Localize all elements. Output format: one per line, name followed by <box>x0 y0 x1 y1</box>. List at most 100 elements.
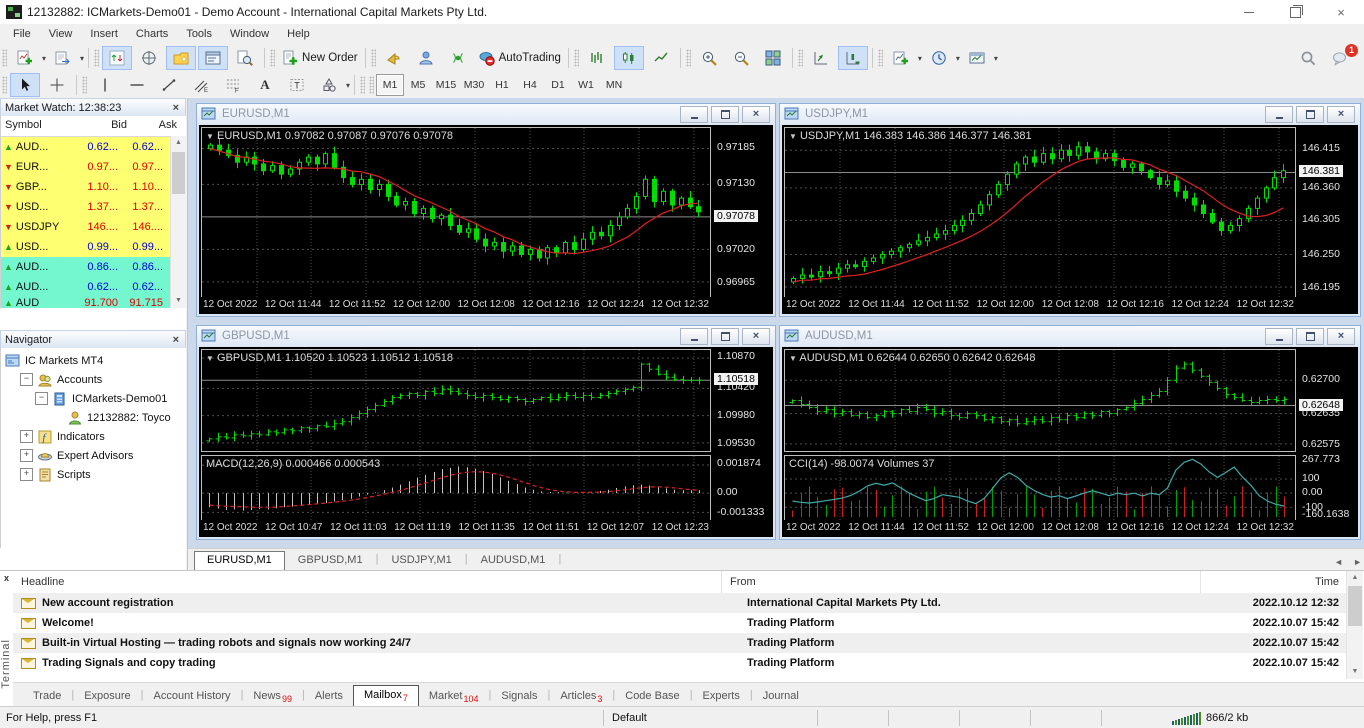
shapes-dropdown-icon[interactable]: ▾ <box>346 81 350 90</box>
fibo-button[interactable]: F <box>218 73 248 97</box>
terminal-tab-trade[interactable]: Trade <box>23 687 71 706</box>
zoom-out-button[interactable] <box>726 46 756 70</box>
terminal-scrollbar[interactable]: ▲ ▼ <box>1346 571 1363 679</box>
menu-insert[interactable]: Insert <box>81 24 127 44</box>
timeframe-m15-button[interactable]: M15 <box>432 74 460 96</box>
market-watch-row[interactable]: ▲USD...0.99...0.99... <box>1 237 186 257</box>
terminal-tab-code-base[interactable]: Code Base <box>615 687 689 706</box>
market-watch-button[interactable] <box>102 46 132 70</box>
trendline-button[interactable] <box>154 73 184 97</box>
terminal-tab-news[interactable]: News99 <box>243 687 302 706</box>
periods-button[interactable] <box>924 46 954 70</box>
templates-button[interactable] <box>962 46 992 70</box>
indicator-canvas[interactable]: CCI(14) -98.0074 Volumes 37 <box>784 455 1296 521</box>
vline-button[interactable] <box>90 73 120 97</box>
market-watch-row[interactable]: ▲AUD...0.62...0.62... <box>1 277 186 297</box>
profiles-button[interactable] <box>48 46 78 70</box>
timeframe-m5-button[interactable]: M5 <box>404 74 432 96</box>
chart-canvas[interactable]: ▼ USDJPY,M1 146.383 146.386 146.377 146.… <box>784 127 1296 300</box>
chart-canvas[interactable]: ▼ AUDUSD,M1 0.62644 0.62650 0.62642 0.62… <box>784 349 1296 452</box>
new-order-button[interactable]: New Order <box>278 46 361 70</box>
chart-canvas[interactable]: ▼ EURUSD,M1 0.97082 0.97087 0.97076 0.97… <box>201 127 711 300</box>
horn-button[interactable] <box>379 46 409 70</box>
linechart-button[interactable] <box>646 46 676 70</box>
mailbox-row[interactable]: Welcome!Trading Platform2022.10.07 15:42 <box>13 613 1347 633</box>
indicator-canvas[interactable]: MACD(12,26,9) 0.000466 0.000543 <box>201 455 711 521</box>
chart-title-bar[interactable]: USDJPY,M1× <box>780 104 1360 124</box>
chart-tab-eurusd-m1[interactable]: EURUSD,M1 <box>194 551 285 570</box>
scroll-up-icon[interactable]: ▲ <box>171 136 186 150</box>
terminal-column-from[interactable]: From <box>721 571 1200 593</box>
terminal-tab-articles[interactable]: Articles3 <box>550 687 612 706</box>
autoscroll-button[interactable] <box>806 46 836 70</box>
chart-title-bar[interactable]: EURUSD,M1× <box>197 104 775 124</box>
expand-icon[interactable]: + <box>20 430 33 443</box>
mailbox-row[interactable]: Built-in Virtual Hosting — trading robot… <box>13 633 1347 653</box>
market-watch-row[interactable]: ▼GBP...1.10...1.10... <box>1 177 186 197</box>
scroll-thumb[interactable] <box>1348 586 1362 626</box>
hline-button[interactable] <box>122 73 152 97</box>
column-ask[interactable]: Ask <box>131 116 181 136</box>
menu-help[interactable]: Help <box>278 24 319 44</box>
terminal-tab-alerts[interactable]: Alerts <box>305 687 353 706</box>
mailbox-row[interactable]: Trading Signals and copy tradingTrading … <box>13 653 1347 673</box>
chart-minimize-button[interactable] <box>680 328 708 345</box>
market-watch-row[interactable]: ▼EUR...0.97...0.97... <box>1 157 186 177</box>
chat-button[interactable]: 1 <box>1325 46 1355 70</box>
mailbox-row[interactable]: New account registrationInternational Ca… <box>13 593 1347 613</box>
chart-minimize-button[interactable] <box>1265 106 1293 123</box>
profiles-dropdown-icon[interactable]: ▾ <box>80 54 84 63</box>
navigator-close-icon[interactable]: × <box>171 334 181 346</box>
market-watch-row[interactable]: ▲AUD91.70091.715 <box>1 297 186 308</box>
timeframe-d1-button[interactable]: D1 <box>544 74 572 96</box>
terminal-tab-experts[interactable]: Experts <box>693 687 750 706</box>
autotrading-button[interactable]: AutoTrading <box>475 46 564 70</box>
scroll-down-icon[interactable]: ▼ <box>171 294 186 308</box>
chart-close-button[interactable]: × <box>1327 328 1355 345</box>
chart-restore-button[interactable] <box>1296 328 1324 345</box>
chart-restore-button[interactable] <box>1296 106 1324 123</box>
label-t-button[interactable]: T <box>282 73 312 97</box>
data-window-button[interactable] <box>134 46 164 70</box>
menu-view[interactable]: View <box>40 24 82 44</box>
status-profile[interactable]: Default <box>603 710 817 726</box>
column-symbol[interactable]: Symbol <box>1 116 75 136</box>
collapse-icon[interactable]: − <box>35 392 48 405</box>
window-close-button[interactable]: × <box>1318 0 1364 24</box>
chart-canvas[interactable]: ▼ GBPUSD,M1 1.10520 1.10523 1.10512 1.10… <box>201 349 711 452</box>
menu-tools[interactable]: Tools <box>177 24 221 44</box>
candles-button[interactable] <box>614 46 644 70</box>
navigator-button[interactable] <box>166 46 196 70</box>
shapes-button[interactable] <box>314 73 344 97</box>
terminal-tab-signals[interactable]: Signals <box>491 687 547 706</box>
ind-add-button[interactable] <box>886 46 916 70</box>
signal-button[interactable] <box>443 46 473 70</box>
crosshair-button[interactable] <box>42 73 72 97</box>
menu-charts[interactable]: Charts <box>127 24 177 44</box>
collapse-icon[interactable]: − <box>20 373 33 386</box>
timeframe-h1-button[interactable]: H1 <box>488 74 516 96</box>
timeframe-h4-button[interactable]: H4 <box>516 74 544 96</box>
navigator-item-12132882-toyco[interactable]: 12132882: Toyco <box>1 408 186 427</box>
chart-restore-button[interactable] <box>711 328 739 345</box>
chart-menu-arrow-icon[interactable]: ▼ <box>206 132 214 141</box>
channel-button[interactable]: E <box>186 73 216 97</box>
new-chart-button[interactable] <box>10 46 40 70</box>
navigator-item-accounts[interactable]: −Accounts <box>1 370 186 389</box>
chart-tab-usdjpy-m1[interactable]: USDJPY,M1 <box>378 551 464 570</box>
market-watch-row[interactable]: ▼USD...1.37...1.37... <box>1 197 186 217</box>
timeframe-m30-button[interactable]: M30 <box>460 74 488 96</box>
chart-minimize-button[interactable] <box>1265 328 1293 345</box>
expand-icon[interactable]: + <box>20 468 33 481</box>
templates-dropdown-icon[interactable]: ▾ <box>994 54 998 63</box>
scroll-down-icon[interactable]: ▼ <box>1347 665 1363 679</box>
chart-menu-arrow-icon[interactable]: ▼ <box>789 354 797 363</box>
scroll-thumb[interactable] <box>172 152 185 194</box>
terminal-column-time[interactable]: Time <box>1200 571 1347 593</box>
chart-menu-arrow-icon[interactable]: ▼ <box>206 354 214 363</box>
menu-window[interactable]: Window <box>221 24 278 44</box>
market-watch-row[interactable]: ▲AUD...0.86...0.86... <box>1 257 186 277</box>
window-restore-button[interactable] <box>1272 0 1318 24</box>
community-button[interactable] <box>411 46 441 70</box>
chart-close-button[interactable]: × <box>742 106 770 123</box>
